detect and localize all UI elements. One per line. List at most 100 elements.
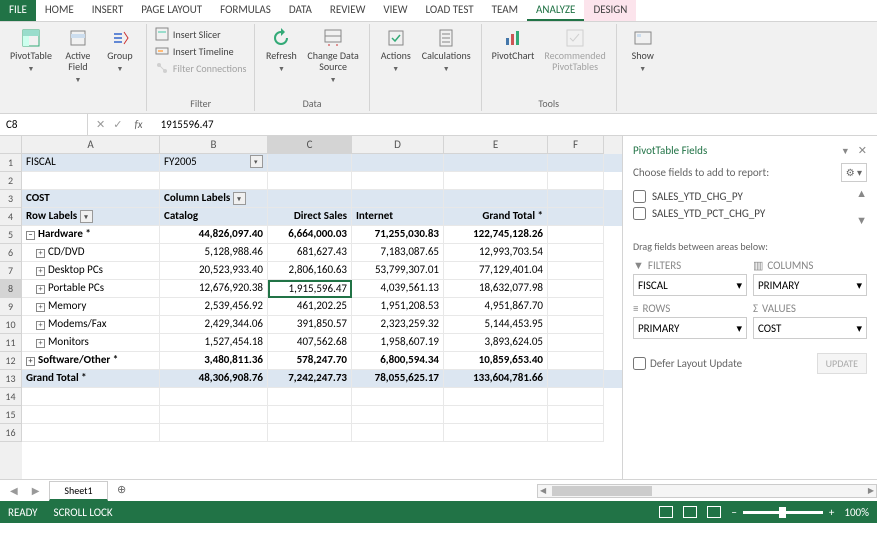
- sheet-tab[interactable]: Sheet1: [49, 481, 107, 501]
- cell[interactable]: +Software/Other *: [22, 352, 160, 370]
- filters-area[interactable]: FISCAL▾: [633, 274, 747, 296]
- field-checkbox[interactable]: [633, 207, 646, 220]
- cell-selected[interactable]: 1,915,596.47: [268, 280, 352, 298]
- group-button[interactable]: Group▼: [100, 26, 140, 75]
- cell[interactable]: [22, 424, 160, 442]
- cell[interactable]: 1,951,208.53: [352, 298, 444, 316]
- cell[interactable]: [444, 424, 548, 442]
- cell[interactable]: −Hardware *: [22, 226, 160, 244]
- values-area[interactable]: COST▾: [753, 317, 867, 339]
- field-item[interactable]: SALES_YTD_PCT_CHG_PY: [633, 205, 856, 222]
- cell[interactable]: [160, 424, 268, 442]
- cell[interactable]: Direct Sales: [268, 208, 352, 226]
- row-header[interactable]: 7: [0, 262, 22, 280]
- tab-review[interactable]: REVIEW: [321, 0, 375, 21]
- cell[interactable]: [268, 424, 352, 442]
- tab-file[interactable]: FILE: [0, 0, 36, 21]
- cell[interactable]: [444, 172, 548, 190]
- cell[interactable]: 5,144,453.95: [444, 316, 548, 334]
- filter-dropdown-icon[interactable]: [250, 155, 263, 168]
- col-header[interactable]: E: [444, 136, 548, 154]
- row-header[interactable]: 12: [0, 352, 22, 370]
- cell[interactable]: +Modems/Fax: [22, 316, 160, 334]
- zoom-level[interactable]: 100%: [844, 506, 869, 519]
- cell[interactable]: [444, 388, 548, 406]
- cell[interactable]: [548, 226, 604, 244]
- insert-slicer-button[interactable]: Insert Slicer: [153, 26, 248, 42]
- row-header[interactable]: 16: [0, 424, 22, 442]
- add-sheet-icon[interactable]: ⊕: [114, 483, 130, 499]
- expand-icon[interactable]: +: [36, 339, 45, 348]
- pivotchart-button[interactable]: PivotChart: [488, 26, 539, 63]
- cell[interactable]: +CD/DVD: [22, 244, 160, 262]
- cell[interactable]: 6,664,000.03: [268, 226, 352, 244]
- cell[interactable]: [548, 316, 604, 334]
- fx-icon[interactable]: fx: [130, 118, 146, 131]
- cell[interactable]: Internet: [352, 208, 444, 226]
- row-header[interactable]: 15: [0, 406, 22, 424]
- filter-dropdown-icon[interactable]: [233, 192, 246, 205]
- cell[interactable]: FISCAL: [22, 154, 160, 172]
- zoom-in-icon[interactable]: +: [829, 506, 834, 519]
- zoom-slider[interactable]: [743, 511, 823, 514]
- horizontal-scrollbar[interactable]: ◀▶: [537, 484, 877, 498]
- cell[interactable]: [548, 370, 604, 388]
- defer-checkbox[interactable]: [633, 357, 646, 370]
- cell[interactable]: [268, 406, 352, 424]
- pivottable-button[interactable]: PivotTable▼: [6, 26, 56, 75]
- view-layout-icon[interactable]: [683, 506, 697, 518]
- cell[interactable]: 53,799,307.01: [352, 262, 444, 280]
- show-button[interactable]: Show▼: [623, 26, 663, 75]
- cell[interactable]: [548, 334, 604, 352]
- cell[interactable]: [160, 406, 268, 424]
- cell[interactable]: [268, 154, 352, 172]
- row-header[interactable]: 9: [0, 298, 22, 316]
- change-data-source-button[interactable]: Change Data Source▼: [303, 26, 362, 86]
- tab-data[interactable]: DATA: [280, 0, 321, 21]
- close-pane-icon[interactable]: ✕: [858, 144, 867, 157]
- cell[interactable]: +Memory: [22, 298, 160, 316]
- row-header[interactable]: 4: [0, 208, 22, 226]
- cell[interactable]: 77,129,401.04: [444, 262, 548, 280]
- row-header[interactable]: 10: [0, 316, 22, 334]
- cell[interactable]: [22, 388, 160, 406]
- col-header[interactable]: C: [268, 136, 352, 154]
- collapse-icon[interactable]: −: [26, 231, 35, 240]
- cell[interactable]: [548, 154, 604, 172]
- cell[interactable]: 1,958,607.19: [352, 334, 444, 352]
- row-header[interactable]: 5: [0, 226, 22, 244]
- cell[interactable]: [548, 208, 604, 226]
- cell[interactable]: 5,128,988.46: [160, 244, 268, 262]
- sheet-nav-next-icon[interactable]: ▶: [28, 484, 44, 497]
- col-header[interactable]: B: [160, 136, 268, 154]
- cell[interactable]: [352, 406, 444, 424]
- cell[interactable]: 3,893,624.05: [444, 334, 548, 352]
- cell[interactable]: 681,627.43: [268, 244, 352, 262]
- tab-home[interactable]: HOME: [36, 0, 83, 21]
- cell[interactable]: 391,850.57: [268, 316, 352, 334]
- tab-view[interactable]: VIEW: [374, 0, 416, 21]
- cell[interactable]: 44,826,097.40: [160, 226, 268, 244]
- cell[interactable]: [352, 190, 444, 208]
- cell[interactable]: 2,539,456.92: [160, 298, 268, 316]
- cell[interactable]: Column Labels: [160, 190, 268, 208]
- cell[interactable]: 6,800,594.34: [352, 352, 444, 370]
- row-header[interactable]: 1: [0, 154, 22, 172]
- expand-icon[interactable]: +: [26, 357, 35, 366]
- tab-design[interactable]: DESIGN: [584, 0, 636, 21]
- col-header[interactable]: A: [22, 136, 160, 154]
- cell[interactable]: 71,255,030.83: [352, 226, 444, 244]
- cell[interactable]: 133,604,781.66: [444, 370, 548, 388]
- insert-timeline-button[interactable]: Insert Timeline: [153, 43, 248, 59]
- cell[interactable]: [444, 190, 548, 208]
- view-normal-icon[interactable]: [659, 506, 673, 518]
- tab-insert[interactable]: INSERT: [83, 0, 133, 21]
- cell[interactable]: 48,306,908.76: [160, 370, 268, 388]
- cell[interactable]: FY2005: [160, 154, 268, 172]
- row-header[interactable]: 6: [0, 244, 22, 262]
- cell[interactable]: [548, 424, 604, 442]
- cell[interactable]: 12,993,703.54: [444, 244, 548, 262]
- cell[interactable]: [268, 172, 352, 190]
- cell[interactable]: [352, 172, 444, 190]
- cell[interactable]: [352, 424, 444, 442]
